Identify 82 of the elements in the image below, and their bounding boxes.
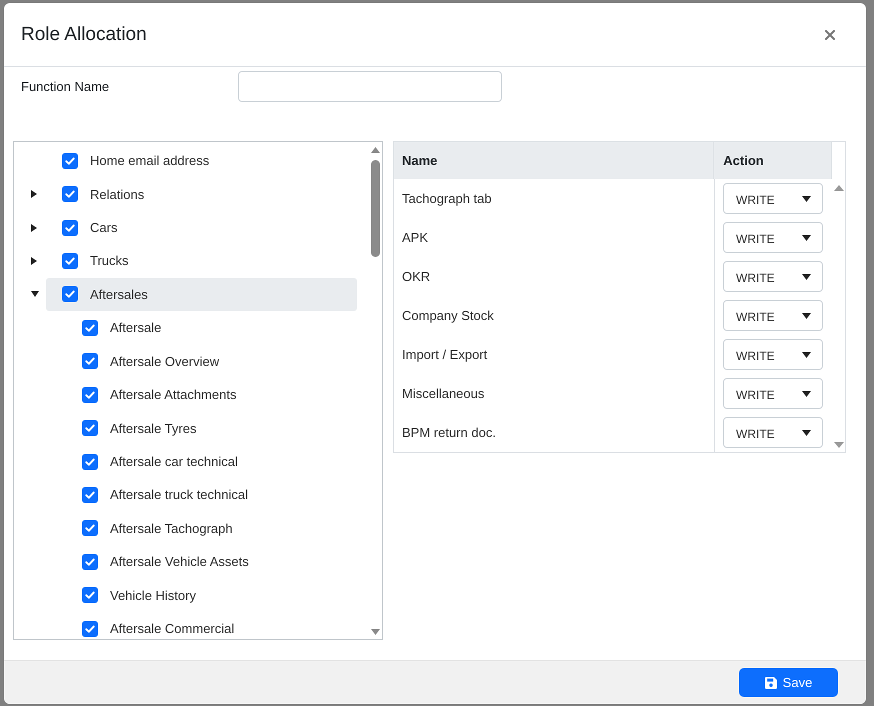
checkbox[interactable] bbox=[82, 386, 98, 403]
column-header: Action bbox=[713, 142, 832, 179]
tree-item-label: Aftersale bbox=[110, 320, 162, 336]
dialog-title: Role Allocation bbox=[21, 24, 147, 46]
scroll-up-arrow-icon[interactable] bbox=[834, 185, 844, 191]
tree-item-label: Vehicle History bbox=[110, 588, 196, 603]
caret-down-icon bbox=[802, 352, 811, 358]
access-select[interactable]: WRITE bbox=[723, 300, 823, 331]
checkbox[interactable] bbox=[82, 587, 98, 604]
caret-down-icon bbox=[802, 196, 811, 202]
checkbox[interactable] bbox=[82, 554, 98, 570]
access-select[interactable]: WRITE bbox=[723, 378, 823, 409]
tree-row[interactable]: Aftersale bbox=[66, 311, 357, 344]
permission-name: Tachograph tab bbox=[402, 191, 492, 206]
checkbox[interactable] bbox=[82, 620, 98, 637]
field-label: Function Name bbox=[21, 79, 110, 94]
access-select[interactable]: WRITE bbox=[723, 417, 823, 448]
checkbox[interactable] bbox=[62, 220, 78, 236]
tree-item-label: Aftersale Tyres bbox=[110, 420, 196, 436]
tree-row[interactable]: Aftersale Tachograph bbox=[66, 512, 357, 545]
tree-row[interactable]: Aftersale Vehicle Assets bbox=[66, 545, 357, 578]
permission-name: OKR bbox=[402, 269, 430, 284]
tree-row[interactable]: Vehicle History bbox=[66, 578, 357, 612]
caret-right-icon[interactable] bbox=[31, 256, 37, 265]
tree-row[interactable]: Aftersale Overview bbox=[66, 344, 357, 378]
close-icon[interactable] bbox=[825, 30, 835, 40]
tree-row[interactable]: Trucks bbox=[46, 244, 357, 278]
permission-name: Miscellaneous bbox=[402, 386, 484, 401]
checkbox[interactable] bbox=[62, 152, 78, 169]
caret-down-icon bbox=[802, 274, 811, 280]
access-select[interactable]: WRITE bbox=[723, 222, 823, 253]
permission-name: Import / Export bbox=[402, 347, 488, 362]
caret-down-icon bbox=[802, 312, 811, 318]
tree-item-label: Aftersale car technical bbox=[110, 454, 238, 469]
checkbox[interactable] bbox=[82, 320, 98, 336]
permission-name: Company Stock bbox=[402, 308, 494, 323]
checkbox[interactable] bbox=[82, 420, 98, 436]
caret-down-icon bbox=[802, 234, 811, 240]
tree-row[interactable]: Aftersale truck technical bbox=[66, 478, 357, 512]
access-select[interactable]: WRITE bbox=[723, 183, 823, 214]
tree-row[interactable]: Aftersale Tyres bbox=[66, 412, 357, 445]
caret-right-icon[interactable] bbox=[31, 224, 37, 232]
checkbox[interactable] bbox=[62, 252, 78, 269]
scroll-up-arrow-icon[interactable] bbox=[370, 147, 380, 153]
access-select[interactable]: WRITE bbox=[723, 339, 823, 370]
scroll-down-arrow-icon[interactable] bbox=[834, 442, 844, 448]
tree-row[interactable]: Aftersale Attachments bbox=[66, 378, 357, 412]
tree-item-label: Aftersale Overview bbox=[110, 354, 220, 369]
caret-down-icon bbox=[802, 390, 811, 396]
tree-item-label: Aftersale Attachments bbox=[110, 387, 236, 402]
column-header: Name bbox=[394, 142, 714, 179]
checkbox[interactable] bbox=[62, 186, 78, 202]
caret-right-icon[interactable] bbox=[31, 190, 37, 198]
tree-row[interactable]: Home email address bbox=[46, 144, 357, 178]
scroll-down-arrow-icon[interactable] bbox=[370, 629, 380, 635]
tree-item-label: Aftersale Commercial bbox=[110, 621, 234, 636]
tree-item-label: Trucks bbox=[90, 253, 129, 268]
tree-row[interactable]: Relations bbox=[46, 178, 357, 211]
caret-down-icon[interactable] bbox=[31, 291, 39, 298]
tree-row[interactable]: Aftersale Commercial bbox=[66, 612, 357, 639]
function-name-field[interactable] bbox=[238, 71, 502, 102]
tree-item-label: Aftersale truck technical bbox=[110, 487, 248, 502]
save-button[interactable]: Save bbox=[739, 668, 838, 697]
checkbox[interactable] bbox=[62, 286, 78, 302]
tree-item-label: Home email address bbox=[90, 153, 210, 168]
tree-row[interactable]: Aftersale car technical bbox=[66, 445, 357, 478]
tree-row[interactable]: Cars bbox=[46, 211, 357, 244]
tree-row[interactable]: Aftersales bbox=[46, 278, 357, 311]
permission-name: BPM return doc. bbox=[402, 425, 496, 440]
permission-name: APK bbox=[402, 230, 428, 245]
checkbox[interactable] bbox=[82, 486, 98, 503]
tree-item-label: Aftersales bbox=[90, 286, 148, 302]
tree-item-label: Aftersale Vehicle Assets bbox=[110, 554, 249, 570]
scrollbar-thumb[interactable] bbox=[370, 160, 380, 257]
tree-item-label: Cars bbox=[90, 220, 118, 236]
access-select[interactable]: WRITE bbox=[723, 261, 823, 292]
tree-item-label: Relations bbox=[90, 186, 144, 202]
checkbox[interactable] bbox=[82, 353, 98, 370]
caret-down-icon bbox=[802, 430, 811, 436]
checkbox[interactable] bbox=[82, 520, 98, 536]
checkbox[interactable] bbox=[82, 454, 98, 470]
tree-item-label: Aftersale Tachograph bbox=[110, 520, 233, 536]
